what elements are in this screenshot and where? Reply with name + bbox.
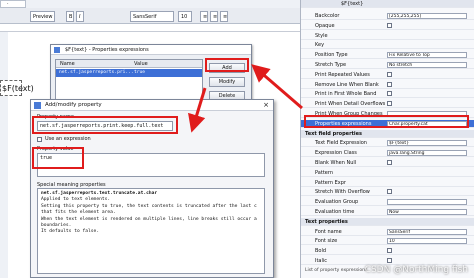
annotation-arrows [188,64,303,133]
watermark: CSDN @NorthMing fish [364,265,468,275]
arrow-to-add-button [251,64,303,110]
arrow-to-property-dialog [188,87,207,133]
